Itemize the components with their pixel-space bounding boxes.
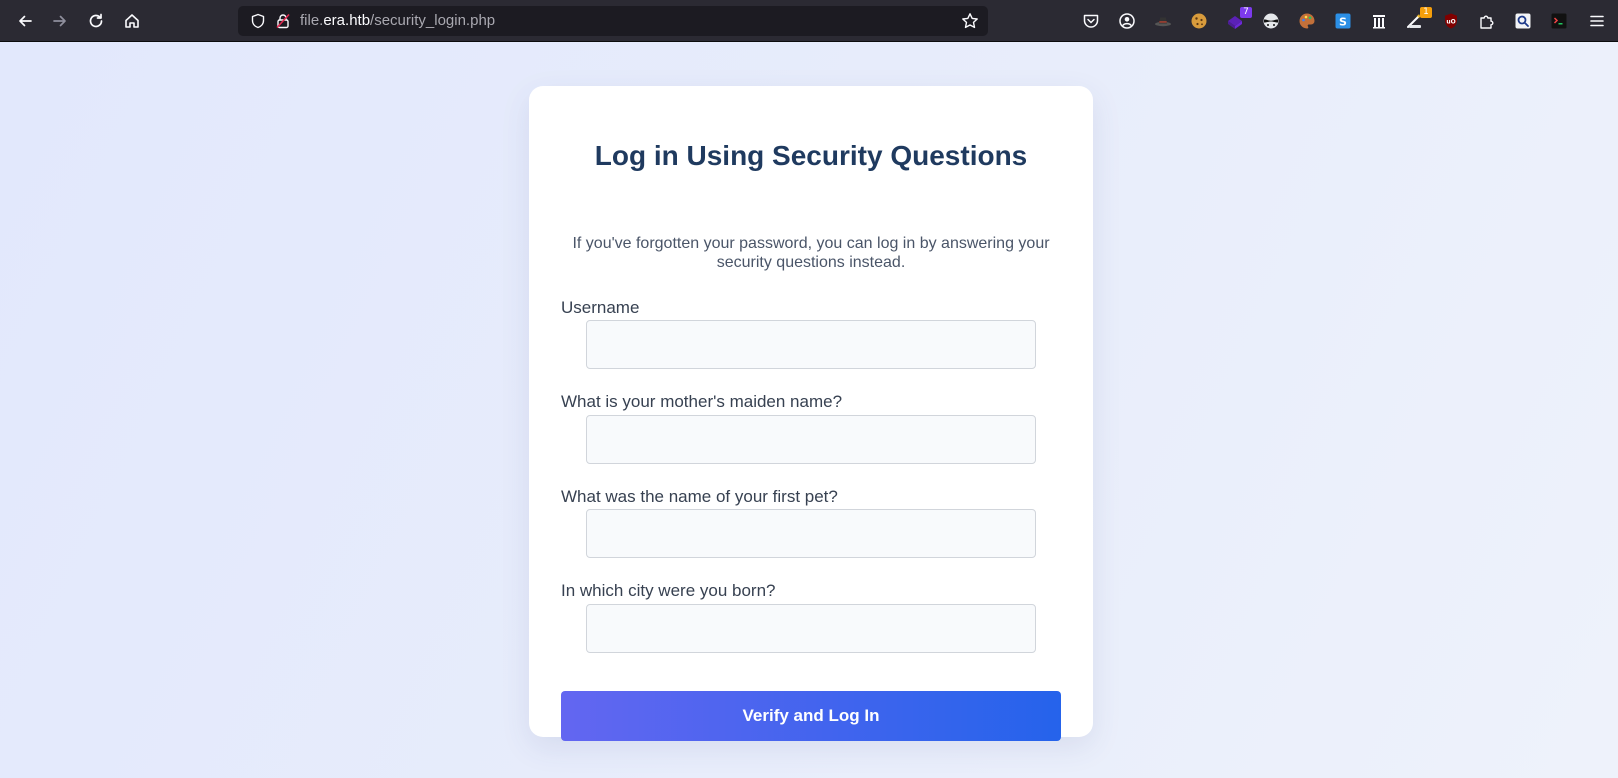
- cookie-extension-icon[interactable]: [1189, 11, 1209, 31]
- shield-icon[interactable]: [250, 13, 266, 29]
- hamburger-menu-icon[interactable]: [1587, 11, 1607, 31]
- back-button[interactable]: [13, 9, 37, 33]
- verify-login-button[interactable]: Verify and Log In: [561, 691, 1061, 741]
- columns-extension-icon[interactable]: [1369, 11, 1389, 31]
- page-subtitle: If you've forgotten your password, you c…: [572, 235, 1050, 271]
- puzzle-extensions-icon[interactable]: [1477, 11, 1497, 31]
- forward-button[interactable]: [48, 9, 72, 33]
- home-icon: [125, 14, 139, 28]
- reload-button[interactable]: [84, 9, 108, 33]
- bookmark-star-icon[interactable]: [961, 12, 979, 30]
- account-icon[interactable]: [1117, 11, 1137, 31]
- browser-toolbar: file. era.htb/security_login.php 7 S 1 uO: [0, 0, 1618, 42]
- birth-city-label: In which city were you born?: [561, 581, 776, 600]
- username-label: Username: [561, 298, 640, 317]
- home-button[interactable]: [120, 9, 144, 33]
- url-path: /security_login.php: [370, 12, 496, 29]
- wand-extension-icon[interactable]: 1: [1405, 7, 1432, 31]
- page-title: Log in Using Security Questions: [594, 140, 1028, 171]
- extension-badge: 7: [1240, 7, 1252, 18]
- mask-extension-icon[interactable]: [1261, 11, 1281, 31]
- first-pet-label: What was the name of your first pet?: [561, 487, 838, 506]
- url-host: era.htb: [323, 12, 371, 29]
- s-extension-icon[interactable]: S: [1333, 11, 1353, 31]
- ublock-icon[interactable]: uO: [1441, 11, 1461, 31]
- birth-city-input[interactable]: [586, 604, 1036, 653]
- url-prefix: file.: [300, 12, 324, 29]
- pocket-icon[interactable]: [1081, 11, 1101, 31]
- address-bar[interactable]: file. era.htb/security_login.php: [238, 6, 988, 36]
- hat-extension-icon[interactable]: [1153, 11, 1173, 31]
- search-extension-icon[interactable]: [1513, 11, 1533, 31]
- insecure-lock-icon[interactable]: [275, 13, 291, 29]
- mother-maiden-name-input[interactable]: [586, 415, 1036, 464]
- palette-extension-icon[interactable]: [1297, 11, 1317, 31]
- extension-badge: 1: [1420, 7, 1432, 18]
- back-arrow-icon: [19, 15, 32, 27]
- url-text[interactable]: file. era.htb/security_login.php: [300, 12, 495, 30]
- svg-text:S: S: [1339, 15, 1347, 28]
- reload-icon: [89, 13, 103, 28]
- first-pet-input[interactable]: [586, 509, 1036, 558]
- forward-arrow-icon: [53, 15, 66, 27]
- login-card: Log in Using Security Questions If you'v…: [529, 86, 1093, 741]
- username-input[interactable]: [586, 320, 1036, 369]
- page-background: Log in Using Security Questions If you'v…: [0, 42, 1618, 778]
- mother-maiden-name-label: What is your mother's maiden name?: [561, 392, 843, 411]
- terminal-extension-icon[interactable]: [1549, 11, 1569, 31]
- purple-extension-icon[interactable]: 7: [1225, 7, 1252, 31]
- svg-text:uO: uO: [1446, 19, 1455, 26]
